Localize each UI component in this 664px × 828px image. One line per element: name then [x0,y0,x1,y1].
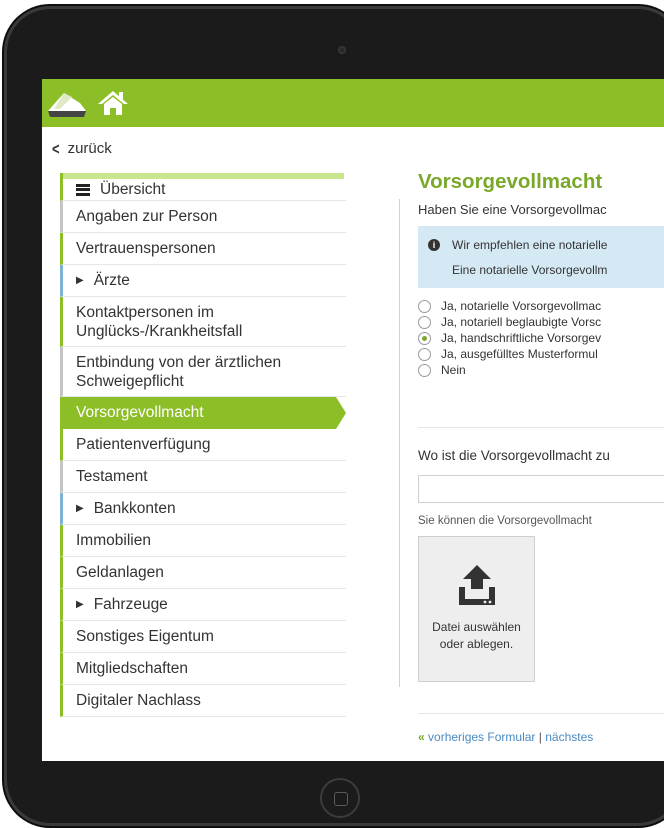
sidebar-item-label: Bankkonten [93,500,176,517]
form-pager: « vorheriges Formular | nächstes [418,730,593,744]
sidebar-item-entbindung-schweigepflicht[interactable]: Entbindung von der ärztlichen Schweigepf… [60,347,346,397]
sidebar-item-immobilien[interactable]: Immobilien [60,525,346,557]
sidebar-item-label: Testament [76,468,148,485]
home-button[interactable] [320,778,360,818]
previous-form-link[interactable]: vorheriges Formular [428,730,535,744]
sidebar-item-sonstiges-eigentum[interactable]: Sonstiges Eigentum [60,621,346,653]
info-text-line1: Wir empfehlen eine notarielle [452,238,608,252]
radio-label: Nein [441,363,466,377]
section-divider [418,427,664,428]
camera-lens [338,46,346,54]
sidebar-item-fahrzeuge[interactable]: ▶ Fahrzeuge [60,589,346,621]
sidebar-item-patientenverfuegung[interactable]: Patientenverfügung [60,429,346,461]
radio-button[interactable] [418,363,431,377]
home-icon[interactable] [96,89,130,117]
active-indicator-arrow [336,397,346,429]
home-button-icon [334,792,348,806]
upload-text-line1: Datei auswählen [432,620,521,634]
sidebar-item-bankkonten[interactable]: ▶ Bankkonten [60,493,346,525]
sidebar-item-label: Mitgliedschaften [76,660,189,677]
radio-label: Ja, ausgefülltes Musterformul [441,347,598,361]
pager-separator: | [538,730,542,744]
radio-option-musterformular[interactable]: Ja, ausgefülltes Musterformul [418,346,664,362]
sidebar-item-label: Übersicht [100,181,166,198]
sidebar-item-aerzte[interactable]: ▶ Ärzte [60,265,346,297]
sidebar-item-vorsorgevollmacht[interactable]: Vorsorgevollmacht [60,397,346,429]
radio-button[interactable] [418,299,431,313]
sidebar-item-label: Vorsorgevollmacht [76,404,204,421]
sidebar-item-label: Entbindung von der ärztlichen Schweigepf… [76,353,282,390]
radio-button-selected[interactable] [418,331,431,345]
sidebar-item-label: Patientenverfügung [76,436,211,453]
form-question: Haben Sie eine Vorsorgevollmac [418,202,607,217]
sidebar-item-label: Kontaktpersonen im Unglücks-/Krankheitsf… [76,303,243,340]
sidebar-item-label: Vertrauenspersonen [76,240,216,257]
content-divider [399,199,400,687]
page-title: Vorsorgevollmacht [418,170,603,193]
sidebar-item-geldanlagen[interactable]: Geldanlagen [60,557,346,589]
sidebar-item-label: Digitaler Nachlass [76,692,201,709]
location-input[interactable] [418,475,664,503]
sidebar-item-testament[interactable]: Testament [60,461,346,493]
list-icon [76,183,90,196]
radio-button[interactable] [418,315,431,329]
radio-option-notariell-beglaubigt[interactable]: Ja, notariell beglaubigte Vorsc [418,314,664,330]
sidebar-item-digitaler-nachlass[interactable]: Digitaler Nachlass [60,685,346,717]
file-upload-dropzone[interactable]: Datei auswählen oder ablegen. [418,536,535,682]
sidebar-item-label: Geldanlagen [76,564,164,581]
sidebar-nav: Übersicht Angaben zur Person Vertrauensp… [60,173,352,717]
location-label: Wo ist die Vorsorgevollmacht zu [418,448,610,463]
chevron-left-icon: < [52,138,60,159]
upload-hint: Sie können die Vorsorgevollmacht [418,515,592,527]
sidebar-item-mitgliedschaften[interactable]: Mitgliedschaften [60,653,346,685]
radio-button[interactable] [418,347,431,361]
footer-divider [418,713,664,714]
upload-text-line2: oder ablegen. [439,637,514,651]
top-bar [42,79,664,127]
radio-label: Ja, notariell beglaubigte Vorsc [441,315,602,329]
radio-option-handschriftlich[interactable]: Ja, handschriftliche Vorsorgev [418,330,664,346]
double-chevron-left-icon: « [418,730,425,744]
app-screen: < zurück Übersicht Angaben zur Person Ve… [42,79,664,761]
sidebar-item-label: Sonstiges Eigentum [76,628,214,645]
info-text-line2: Eine notarielle Vorsorgevollm [452,263,608,277]
radio-option-notarielle[interactable]: Ja, notarielle Vorsorgevollmac [418,298,664,314]
next-form-link[interactable]: nächstes [545,730,593,744]
sidebar-item-uebersicht[interactable]: Übersicht [60,173,346,201]
back-label: zurück [67,140,112,157]
radio-group: Ja, notarielle Vorsorgevollmac Ja, notar… [418,298,664,378]
radio-label: Ja, handschriftliche Vorsorgev [441,331,602,345]
caret-right-icon: ▶ [76,503,84,514]
caret-right-icon: ▶ [76,599,84,610]
sidebar-item-label: Ärzte [93,272,130,289]
sidebar-item-label: Fahrzeuge [93,596,168,613]
upload-icon [459,565,495,605]
radio-label: Ja, notarielle Vorsorgevollmac [441,299,602,313]
radio-option-nein[interactable]: Nein [418,362,664,378]
info-icon: i [428,239,440,251]
sidebar-item-label: Immobilien [76,532,151,549]
app-logo[interactable] [46,89,88,119]
info-box: i Wir empfehlen eine notarielle Eine not… [418,226,664,288]
caret-right-icon: ▶ [76,275,84,286]
form-content: Vorsorgevollmacht Haben Sie eine Vorsorg… [418,170,664,378]
sidebar-item-vertrauenspersonen[interactable]: Vertrauenspersonen [60,233,346,265]
sidebar-item-label: Angaben zur Person [76,208,218,225]
sidebar-item-angaben-zur-person[interactable]: Angaben zur Person [60,201,346,233]
back-link[interactable]: < zurück [52,138,112,159]
sidebar-item-kontaktpersonen[interactable]: Kontaktpersonen im Unglücks-/Krankheitsf… [60,297,346,347]
upload-text: Datei auswählen oder ablegen. [419,619,534,653]
